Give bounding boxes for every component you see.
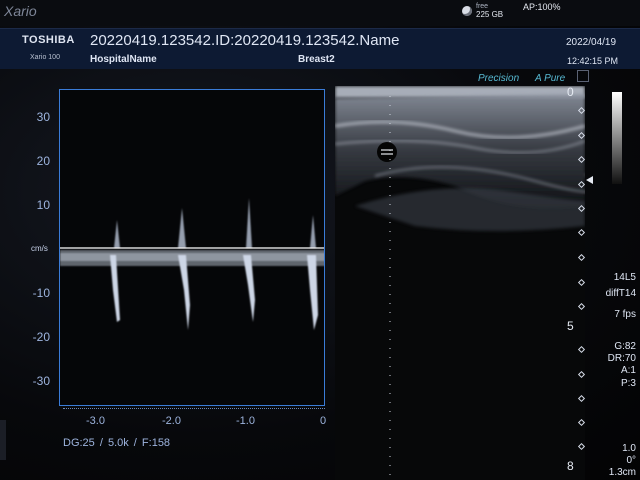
- probe-name: 14L5: [613, 272, 636, 283]
- depth-label-mid: 5: [567, 319, 574, 333]
- top-status-bar: Xario free 225 GB AP:100%: [0, 0, 640, 26]
- a-setting: A:1: [620, 365, 636, 376]
- x-tick-3: -3.0: [86, 415, 105, 427]
- y-tick-neg20: -20: [32, 330, 50, 344]
- brand-logo: Xario: [4, 3, 37, 19]
- velocity-unit: cm/s: [31, 244, 48, 253]
- gain: G:82: [614, 341, 636, 352]
- b-mode-image: [335, 86, 585, 480]
- x-tick-0: 0: [320, 415, 327, 427]
- time-axis-ticks: [63, 408, 325, 410]
- doppler-waveform: [60, 198, 324, 330]
- y-tick-30: 30: [36, 110, 50, 124]
- disk-size: 225 GB: [476, 10, 504, 19]
- y-tick-20: 20: [36, 154, 50, 168]
- grayscale-bar: [612, 92, 622, 184]
- precision-label: Precision: [478, 73, 520, 84]
- x-tick-1: -1.0: [236, 415, 255, 427]
- hospital-name: HospitalName: [90, 54, 157, 65]
- patient-header: TOSHIBA Xario 100 20220419.123542.ID:202…: [0, 28, 640, 69]
- patient-id: 20220419.123542.ID:20220419.123542.Name: [90, 32, 400, 49]
- ultrasound-screen: Xario free 225 GB AP:100% TOSHIBA Xario …: [0, 0, 640, 480]
- depth-label-bottom: 8: [567, 459, 574, 473]
- apure-label: A Pure: [535, 73, 566, 84]
- depth-label-top: 0: [567, 85, 574, 99]
- left-edge-strip: [0, 420, 6, 460]
- y-tick-neg10: -10: [32, 286, 50, 300]
- gate-size: 1.3cm: [608, 467, 636, 478]
- exam-preset: Breast2: [298, 54, 335, 65]
- imaging-mode: diffT14: [605, 288, 636, 299]
- y-tick-neg30: -30: [32, 374, 50, 388]
- doppler-settings: DG:25 / 5.0k / F:158: [63, 437, 171, 449]
- x-tick-2: -2.0: [162, 415, 181, 427]
- b-mode-tissue: [335, 86, 585, 480]
- exam-time: 12:42:15 PM: [567, 56, 619, 66]
- dynamic-range: DR:70: [607, 353, 636, 364]
- focus-marker-icon: [586, 176, 593, 184]
- probe-orientation-icon: [577, 70, 589, 82]
- acoustic-power: AP:100%: [523, 2, 561, 12]
- manufacturer-logo: TOSHIBA: [22, 34, 75, 46]
- doppler-spectrum: [59, 89, 325, 406]
- y-tick-10: 10: [36, 198, 50, 212]
- disk-icon: [462, 6, 472, 16]
- frame-rate: 7 fps: [614, 309, 636, 320]
- angle-correction-value: 1.0: [622, 443, 636, 454]
- model-name: Xario 100: [30, 54, 60, 61]
- p-setting: P:3: [620, 378, 636, 389]
- exam-date: 2022/04/19: [566, 37, 617, 48]
- angle: 0°: [626, 455, 636, 466]
